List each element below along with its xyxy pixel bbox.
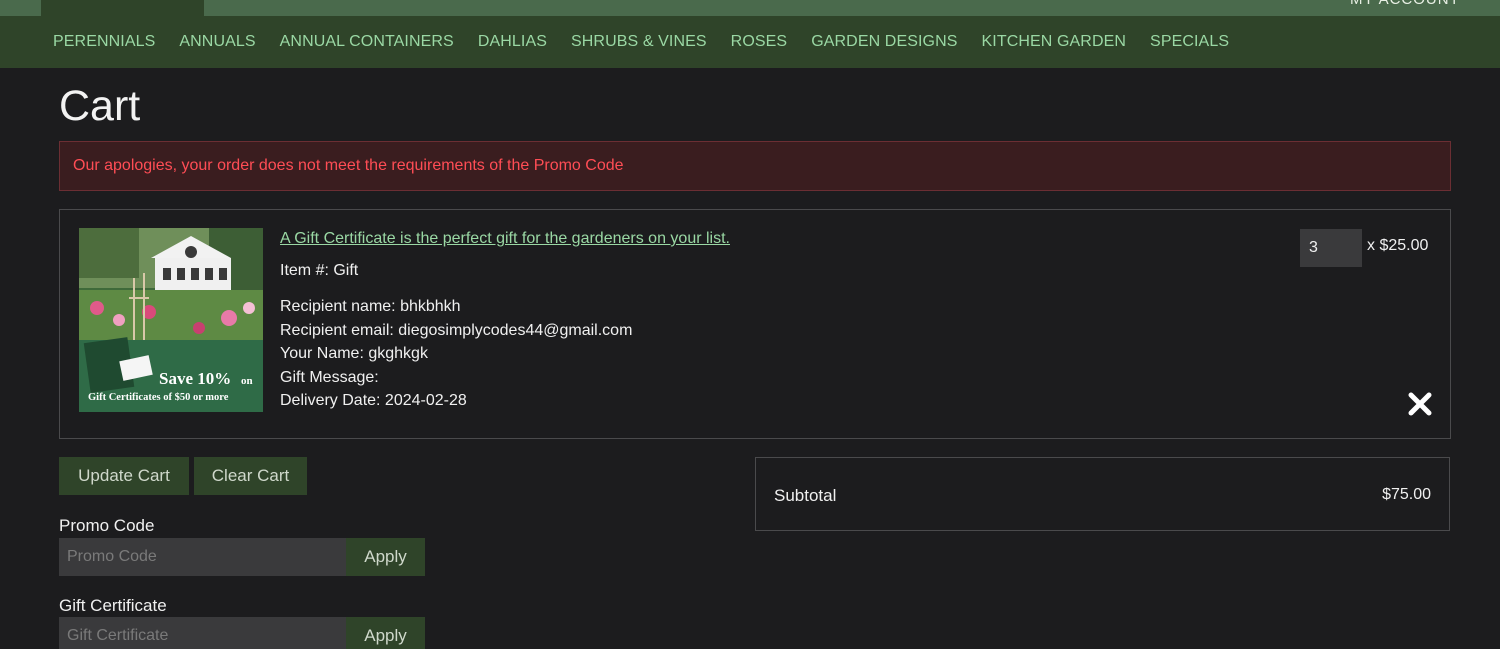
quantity-input[interactable]: [1300, 229, 1362, 267]
nav-item-shrubs-vines[interactable]: SHRUBS & VINES: [571, 33, 707, 51]
nav-item-annuals[interactable]: ANNUALS: [179, 33, 255, 51]
order-summary: Subtotal $75.00: [755, 457, 1450, 531]
image-banner-on: on: [241, 375, 253, 387]
delivery-date: Delivery Date: 2024-02-28: [280, 392, 467, 410]
promo-apply-button[interactable]: Apply: [346, 538, 425, 576]
unit-price: x $25.00: [1367, 237, 1429, 254]
sender-name: Your Name: gkghkgk: [280, 345, 428, 363]
promo-error-alert: Our apologies, your order does not meet …: [59, 141, 1451, 191]
nav-item-roses[interactable]: ROSES: [731, 33, 788, 51]
main-nav: PERENNIALS ANNUALS ANNUAL CONTAINERS DAH…: [0, 16, 1500, 68]
subtotal-label: Subtotal: [774, 486, 837, 505]
cart-item-number: Item #: Gift: [280, 262, 359, 279]
update-cart-button[interactable]: Update Cart: [59, 457, 189, 495]
nav-item-kitchen-garden[interactable]: KITCHEN GARDEN: [982, 33, 1127, 51]
gift-message: Gift Message:: [280, 368, 379, 386]
image-banner-subline: Gift Certificates of $50 or more: [88, 392, 229, 403]
page-title: Cart: [59, 82, 141, 130]
nav-item-specials[interactable]: SPECIALS: [1150, 33, 1229, 51]
clear-cart-button[interactable]: Clear Cart: [194, 457, 307, 495]
top-strip: MY ACCOUNT: [0, 0, 1500, 16]
cart-item-link[interactable]: A Gift Certificate is the perfect gift f…: [280, 230, 730, 248]
image-banner-headline: Save 10%: [159, 369, 231, 388]
promo-code-input[interactable]: [59, 538, 347, 576]
gift-certificate-apply-button[interactable]: Apply: [346, 617, 425, 649]
recipient-email: Recipient email: diegosimplycodes44@gmai…: [280, 321, 633, 339]
close-icon: [1408, 392, 1432, 416]
top-strip-active-tab[interactable]: [41, 0, 204, 16]
gift-certificate-image[interactable]: Save 10% on Gift Certificates of $50 or …: [79, 228, 263, 412]
cart-item-info: A Gift Certificate is the perfect gift f…: [280, 230, 730, 413]
nav-item-perennials[interactable]: PERENNIALS: [53, 33, 155, 51]
cart-item: Save 10% on Gift Certificates of $50 or …: [59, 209, 1451, 439]
gift-certificate-label: Gift Certificate: [59, 596, 167, 615]
cart-item-details: Recipient name: bhkbhkh Recipient email:…: [280, 295, 730, 413]
nav-item-dahlias[interactable]: DAHLIAS: [478, 33, 547, 51]
promo-code-label: Promo Code: [59, 516, 155, 535]
subtotal-value: $75.00: [1382, 486, 1431, 503]
gift-certificate-input[interactable]: [59, 617, 347, 649]
remove-item-button[interactable]: [1406, 390, 1434, 418]
nav-item-annual-containers[interactable]: ANNUAL CONTAINERS: [280, 33, 454, 51]
recipient-name: Recipient name: bhkbhkh: [280, 298, 461, 315]
nav-item-garden-designs[interactable]: GARDEN DESIGNS: [811, 33, 957, 51]
account-link[interactable]: MY ACCOUNT: [1350, 0, 1460, 8]
